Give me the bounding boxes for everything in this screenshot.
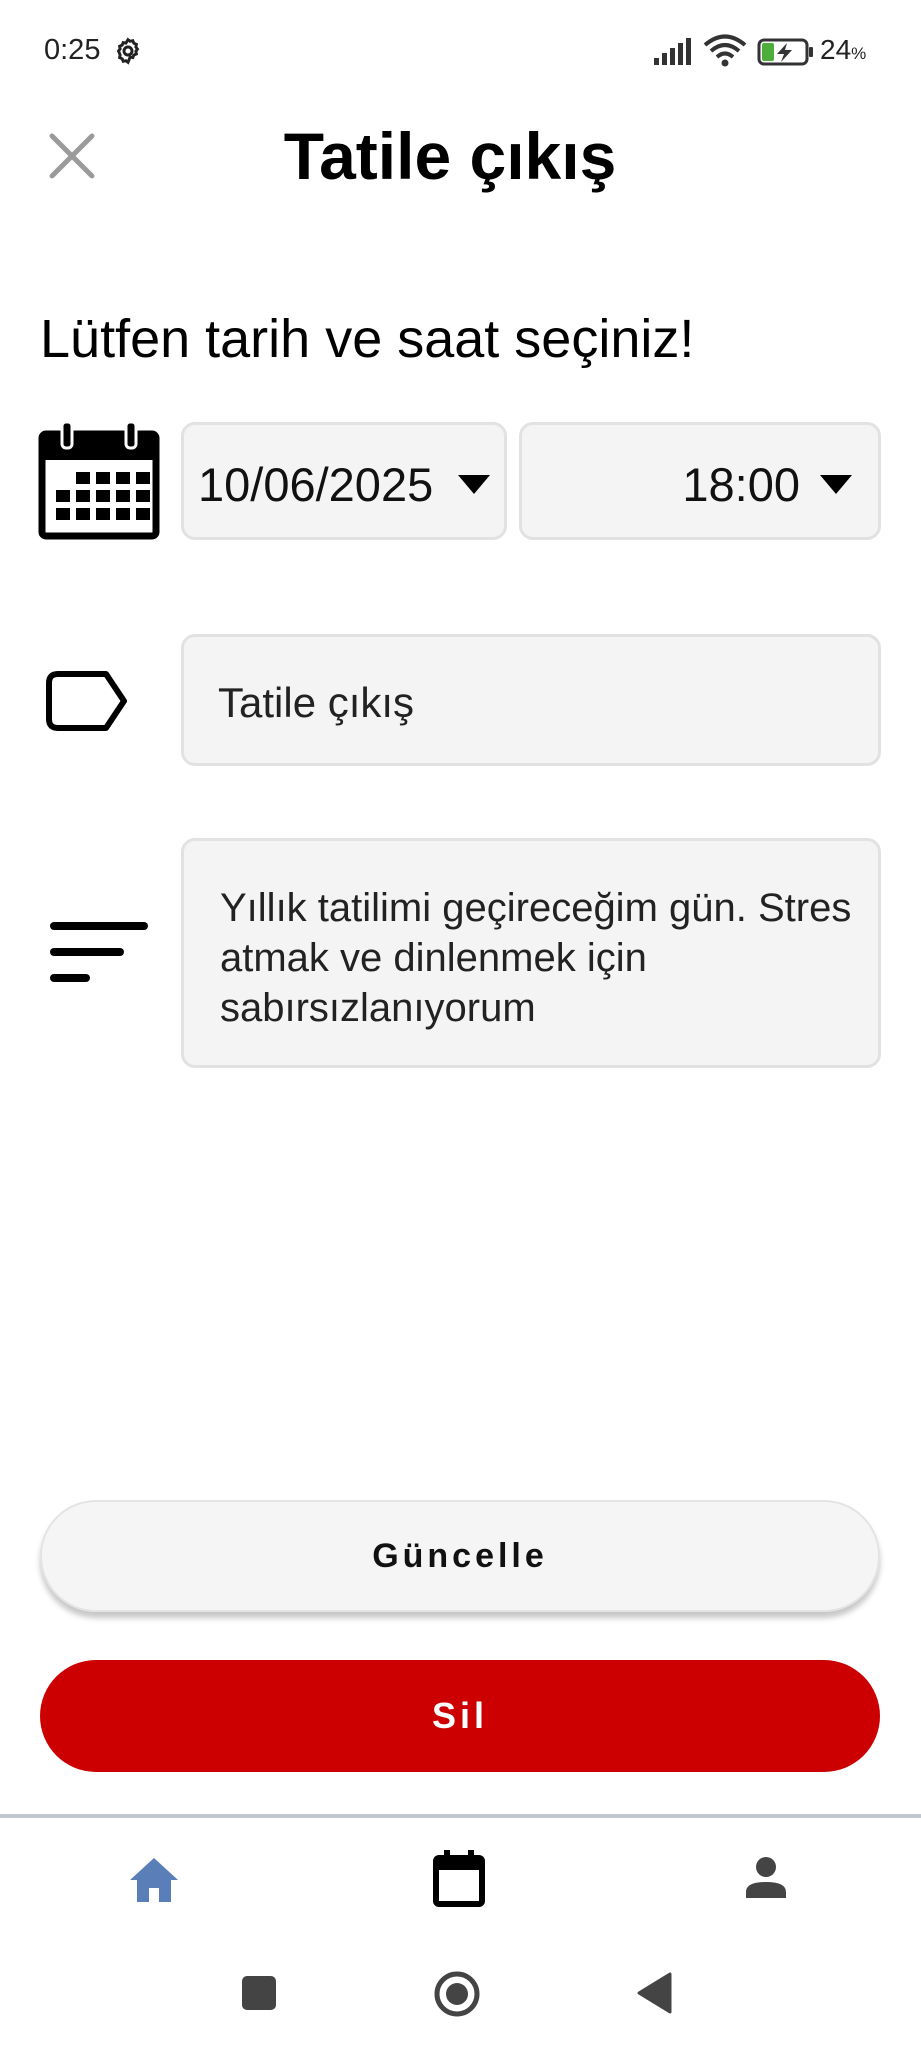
date-value: 10/06/2025 <box>198 458 434 511</box>
status-time: 0:25 <box>44 34 101 66</box>
home-icon[interactable] <box>128 1856 180 1904</box>
battery-charging-icon <box>757 38 813 66</box>
title-value: Tatile çıkış <box>218 679 415 726</box>
title-input[interactable]: Tatile çıkış <box>181 634 881 766</box>
date-picker[interactable]: 10/06/2025 <box>181 422 507 540</box>
wifi-icon <box>703 34 747 67</box>
label-icon <box>46 671 127 731</box>
delete-button[interactable]: Sil <box>40 1660 880 1772</box>
time-picker[interactable]: 18:00 <box>519 422 881 540</box>
dropdown-arrow-icon <box>820 475 852 494</box>
calendar-icon <box>38 420 160 540</box>
description-input[interactable]: Yıllık tatilimi geçireceğim gün. Stres a… <box>181 838 881 1068</box>
date-time-prompt: Lütfen tarih ve saat seçiniz! <box>40 309 695 369</box>
system-home-icon[interactable] <box>433 1970 481 2018</box>
update-button[interactable]: Güncelle <box>40 1500 880 1612</box>
gear-icon <box>116 37 140 65</box>
signal-icon <box>654 38 691 65</box>
description-value: Yıllık tatilimi geçireceğim gün. Stres a… <box>220 886 852 1030</box>
dropdown-arrow-icon <box>458 475 490 494</box>
battery-percent: 24% <box>820 34 867 65</box>
page-title: Tatile çıkış <box>283 119 617 193</box>
nav-divider <box>0 1814 921 1818</box>
profile-icon[interactable] <box>744 1856 788 1898</box>
time-value: 18:00 <box>682 458 800 511</box>
back-icon[interactable] <box>636 1972 672 2014</box>
calendar-icon[interactable] <box>432 1850 486 1908</box>
close-icon[interactable] <box>46 130 98 182</box>
recent-apps-icon[interactable] <box>242 1976 276 2010</box>
description-icon <box>50 922 148 982</box>
